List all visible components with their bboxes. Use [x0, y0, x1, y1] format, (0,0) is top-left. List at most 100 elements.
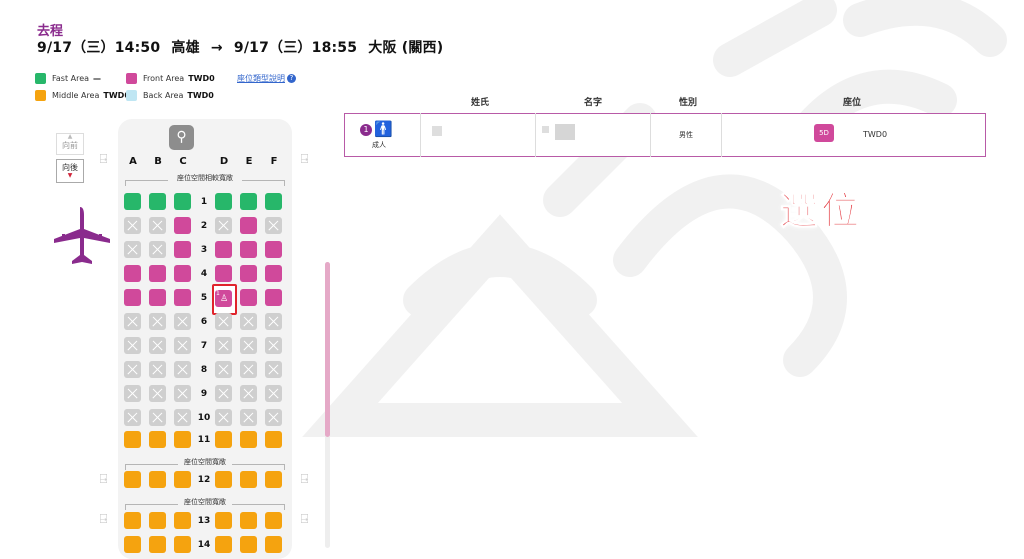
departure-date: 9/17（三）14:50	[37, 40, 161, 56]
seat-10C	[174, 409, 191, 426]
seat-3F[interactable]	[265, 241, 282, 258]
seat-12E[interactable]	[240, 471, 257, 488]
seatmap-scrollbar-thumb[interactable]	[325, 262, 330, 437]
column-label: C	[179, 156, 187, 167]
person-icon: ♙	[220, 294, 229, 304]
route-arrow: →	[210, 40, 223, 56]
legend-fast-area: Fast Area —	[35, 73, 101, 84]
seat-14F[interactable]	[265, 536, 282, 553]
emergency-exit-icon: ⍈	[300, 472, 309, 487]
header-last-name: 姓氏	[470, 98, 489, 108]
seat-13C[interactable]	[174, 512, 191, 529]
front-area-swatch	[126, 73, 137, 84]
seat-8F	[265, 361, 282, 378]
seat-5D[interactable]: 1 ♙	[212, 284, 237, 315]
seat-12C[interactable]	[174, 471, 191, 488]
seat-1A[interactable]	[124, 193, 141, 210]
seat-8E	[240, 361, 257, 378]
seat-13A[interactable]	[124, 512, 141, 529]
seat-12D[interactable]	[215, 471, 232, 488]
seat-13D[interactable]	[215, 512, 232, 529]
seat-4E[interactable]	[240, 265, 257, 282]
back-area-swatch	[126, 90, 137, 101]
assigned-seat-badge[interactable]: 5D	[814, 124, 834, 142]
legend-label: Middle Area	[52, 91, 100, 100]
backward-toggle[interactable]: 向後 ▼	[56, 159, 84, 183]
legend-front-area: Front Area TWD0	[126, 73, 215, 84]
seat-4D[interactable]	[215, 265, 232, 282]
flight-route: 9/17（三）14:50 高雄 → 9/17（三）18:55 大阪 (關西)	[37, 37, 443, 57]
seat-11A[interactable]	[124, 431, 141, 448]
seat-12B[interactable]	[149, 471, 166, 488]
annotation-text: 選位	[779, 189, 863, 234]
first-name-redacted	[542, 126, 549, 133]
seat-type-info-link[interactable]: 座位類型說明 ?	[237, 73, 296, 84]
seat-5B[interactable]	[149, 289, 166, 306]
seat-14A[interactable]	[124, 536, 141, 553]
seat-9E	[240, 385, 257, 402]
seat-13B[interactable]	[149, 512, 166, 529]
seat-11D[interactable]	[215, 431, 232, 448]
last-name-redacted	[432, 126, 442, 136]
seat-14B[interactable]	[149, 536, 166, 553]
seat-3A	[124, 241, 141, 258]
seat-1F[interactable]	[265, 193, 282, 210]
seat-5E[interactable]	[240, 289, 257, 306]
seat-14D[interactable]	[215, 536, 232, 553]
arrival-city: 大阪 (關西)	[368, 40, 444, 56]
seat-10B	[149, 409, 166, 426]
arrival-date: 9/17（三）18:55	[233, 40, 358, 56]
help-icon[interactable]: ?	[287, 74, 296, 83]
seat-4A[interactable]	[124, 265, 141, 282]
seat-5F[interactable]	[265, 289, 282, 306]
row-number: 11	[197, 435, 211, 445]
cell-divider	[650, 113, 651, 157]
seat-1C[interactable]	[174, 193, 191, 210]
legend-back-area: Back Area TWD0	[126, 90, 214, 101]
seat-13E[interactable]	[240, 512, 257, 529]
seat-11B[interactable]	[149, 431, 166, 448]
forward-toggle[interactable]: ▲ 向前	[56, 133, 84, 155]
seat-4F[interactable]	[265, 265, 282, 282]
seat-3E[interactable]	[240, 241, 257, 258]
seat-5C[interactable]	[174, 289, 191, 306]
seat-3D[interactable]	[215, 241, 232, 258]
person-icon: 🚹	[374, 120, 393, 138]
seat-1B[interactable]	[149, 193, 166, 210]
seat-4B[interactable]	[149, 265, 166, 282]
seat-14C[interactable]	[174, 536, 191, 553]
seat-1D[interactable]	[215, 193, 232, 210]
seat-13F[interactable]	[265, 512, 282, 529]
seat-3C[interactable]	[174, 241, 191, 258]
seat-6B	[149, 313, 166, 330]
seat-11C[interactable]	[174, 431, 191, 448]
legend-price: —	[93, 74, 102, 83]
seat-12A[interactable]	[124, 471, 141, 488]
emergency-exit-icon: ⍈	[99, 472, 108, 487]
seat-2C[interactable]	[174, 217, 191, 234]
seat-6D	[215, 313, 232, 330]
middle-area-swatch	[35, 90, 46, 101]
header-first-name: 名字	[583, 98, 602, 108]
seat-10E	[240, 409, 257, 426]
seat-4C[interactable]	[174, 265, 191, 282]
seat-type-info-label[interactable]: 座位類型說明	[237, 73, 285, 84]
seat-11F[interactable]	[265, 431, 282, 448]
seat-7F	[265, 337, 282, 354]
seat-8A	[124, 361, 141, 378]
airplane-icon	[54, 207, 110, 264]
seat-1E[interactable]	[240, 193, 257, 210]
legend-label: Fast Area	[52, 74, 90, 83]
seat-11E[interactable]	[240, 431, 257, 448]
forward-label: 向前	[62, 141, 78, 150]
seat-14E[interactable]	[240, 536, 257, 553]
cell-divider	[535, 113, 536, 157]
selected-seat-fill[interactable]: 1 ♙	[215, 290, 232, 307]
row-number: 10	[197, 413, 211, 423]
seat-9C	[174, 385, 191, 402]
restroom-icon: ⚲	[169, 125, 194, 150]
seat-5A[interactable]	[124, 289, 141, 306]
seat-2E[interactable]	[240, 217, 257, 234]
row-number: 13	[197, 516, 211, 526]
seat-12F[interactable]	[265, 471, 282, 488]
